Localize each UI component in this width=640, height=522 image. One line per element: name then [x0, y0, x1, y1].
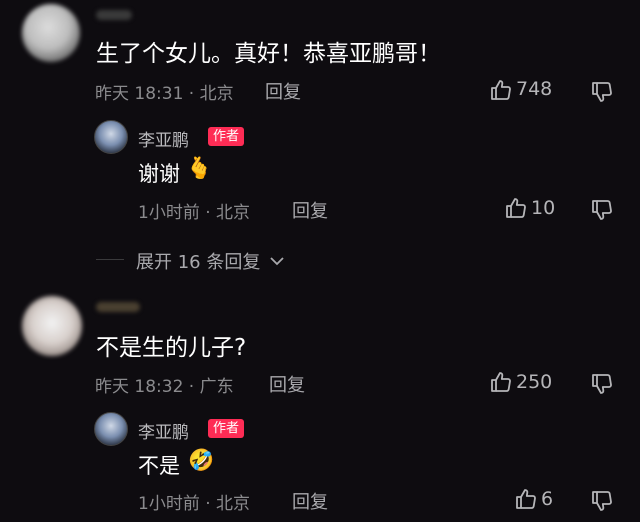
commenter-avatar[interactable]: [22, 296, 82, 356]
finger-heart-emoji: 🫰: [186, 156, 213, 180]
reply-button[interactable]: 回复: [292, 197, 328, 223]
comment-meta: 昨天 18:31 · 北京: [95, 84, 234, 104]
reply-text: 谢谢: [138, 162, 180, 186]
thumbs-up-icon[interactable]: [489, 370, 513, 394]
reply-button[interactable]: 回复: [269, 371, 305, 397]
author-avatar[interactable]: [94, 412, 128, 446]
author-name[interactable]: 李亚鹏: [138, 126, 189, 151]
reply-button[interactable]: 回复: [265, 78, 301, 104]
expand-divider: [96, 259, 124, 260]
thumbs-down-icon[interactable]: [590, 489, 614, 513]
comment-text: 生了个女儿。真好！恭喜亚鹏哥！: [96, 41, 441, 67]
reply-button[interactable]: 回复: [292, 488, 328, 514]
laughing-emoji: 🤣: [188, 448, 215, 472]
author-badge: 作者: [208, 419, 245, 438]
reply-meta: 1小时前 · 北京: [138, 203, 251, 223]
author-name[interactable]: 李亚鹏: [138, 418, 189, 443]
comment-text: 不是生的儿子?: [96, 335, 247, 361]
thumbs-up-icon[interactable]: [504, 196, 528, 220]
author-avatar[interactable]: [94, 120, 128, 154]
reply-meta: 1小时前 · 北京: [138, 494, 251, 514]
expand-replies-button[interactable]: 展开 16 条回复: [136, 248, 260, 274]
commenter-avatar[interactable]: [22, 4, 80, 62]
thumbs-down-icon[interactable]: [590, 80, 614, 104]
thumbs-up-icon[interactable]: [489, 78, 513, 102]
like-count: 250: [516, 371, 553, 393]
comment-meta: 昨天 18:32 · 广东: [95, 377, 234, 397]
thumbs-up-icon[interactable]: [514, 487, 538, 511]
thumbs-down-icon[interactable]: [590, 372, 614, 396]
like-count: 748: [516, 78, 553, 100]
author-badge: 作者: [208, 127, 245, 146]
like-count: 6: [541, 488, 554, 510]
chevron-down-icon[interactable]: [268, 252, 286, 270]
like-count: 10: [531, 197, 556, 219]
commenter-username-blurred[interactable]: [96, 302, 140, 312]
commenter-username-blurred[interactable]: [96, 10, 132, 20]
reply-text: 不是: [138, 454, 180, 478]
thumbs-down-icon[interactable]: [590, 198, 614, 222]
